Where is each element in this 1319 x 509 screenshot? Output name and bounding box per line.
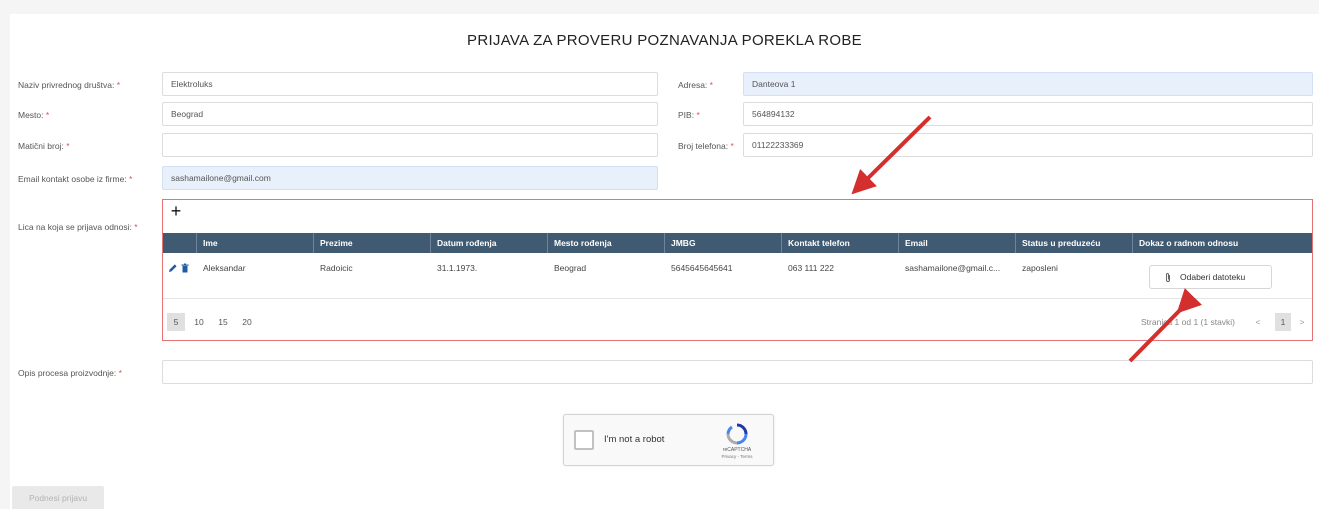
naziv-input[interactable]: Elektroluks <box>162 72 658 96</box>
header-jmbg[interactable]: JMBG <box>665 233 782 253</box>
cell-datum: 31.1.1973. <box>437 263 478 273</box>
recaptcha-widget: I'm not a robot reCAPTCHA Privacy - Term… <box>563 414 774 466</box>
header-ime[interactable]: Ime <box>197 233 314 253</box>
header-email[interactable]: Email <box>899 233 1016 253</box>
pencil-icon[interactable] <box>168 263 178 273</box>
next-page-button[interactable]: > <box>1295 313 1309 331</box>
email-label: Email kontakt osobe iz firme: * <box>18 174 133 184</box>
telefon-input[interactable]: 01122233369 <box>743 133 1313 157</box>
recaptcha-checkbox[interactable] <box>574 430 594 450</box>
adresa-input[interactable]: Danteova 1 <box>743 72 1313 96</box>
choose-file-label: Odaberi datoteku <box>1180 272 1246 282</box>
header-prezime[interactable]: Prezime <box>314 233 431 253</box>
maticni-label: Matični broj: * <box>18 141 70 151</box>
form-page: PRIJAVA ZA PROVERU POZNAVANJA POREKLA RO… <box>10 14 1319 509</box>
table-header: Ime Prezime Datum rođenja Mesto rođenja … <box>163 233 1312 253</box>
choose-file-button[interactable]: Odaberi datoteku <box>1149 265 1272 289</box>
paperclip-icon <box>1166 273 1170 282</box>
cell-telefon: 063 111 222 <box>788 263 835 273</box>
page-size-10[interactable]: 10 <box>189 313 209 331</box>
cell-jmbg: 5645645645641 <box>671 263 733 273</box>
maticni-input[interactable] <box>162 133 658 157</box>
recaptcha-brand: reCAPTCHA <box>722 447 752 453</box>
page-1-button[interactable]: 1 <box>1275 313 1291 331</box>
email-input[interactable]: sashamailone@gmail.com <box>162 166 658 190</box>
cell-prezime: Radoicic <box>320 263 353 273</box>
lica-label: Lica na koja se prijava odnosi: * <box>18 222 138 232</box>
telefon-label: Broj telefona: * <box>678 141 734 151</box>
header-actions <box>163 233 197 253</box>
page-size-15[interactable]: 15 <box>213 313 233 331</box>
mesto-label: Mesto: * <box>18 110 50 120</box>
recaptcha-links[interactable]: Privacy - Terms <box>710 454 764 459</box>
header-telefon[interactable]: Kontakt telefon <box>782 233 899 253</box>
page-size-20[interactable]: 20 <box>237 313 257 331</box>
pager: 5 10 15 20 Stranica 1 od 1 (1 stavki) < … <box>163 308 1312 332</box>
page-info: Stranica 1 od 1 (1 stavki) <box>1141 317 1236 327</box>
add-person-button[interactable]: + <box>167 202 185 221</box>
header-mesto[interactable]: Mesto rođenja <box>548 233 665 253</box>
cell-ime: Aleksandar <box>203 263 246 273</box>
recaptcha-logo-icon <box>726 423 748 445</box>
page-size-5[interactable]: 5 <box>167 313 185 331</box>
table-row: Aleksandar Radoicic 31.1.1973. Beograd 5… <box>163 253 1312 299</box>
pib-input[interactable]: 564894132 <box>743 102 1313 126</box>
cell-mesto: Beograd <box>554 263 587 273</box>
mesto-input[interactable]: Beograd <box>162 102 658 126</box>
cell-email: sashamailone@gmail.c... <box>905 263 1001 273</box>
opis-label: Opis procesa proizvodnje: * <box>18 368 122 378</box>
adresa-label: Adresa: * <box>678 80 713 90</box>
page-title: PRIJAVA ZA PROVERU POZNAVANJA POREKLA RO… <box>467 32 862 49</box>
header-datum[interactable]: Datum rođenja <box>431 233 548 253</box>
header-dokaz[interactable]: Dokaz o radnom odnosu <box>1133 233 1312 253</box>
submit-button[interactable]: Podnesi prijavu <box>12 486 104 509</box>
header-status[interactable]: Status u preduzeću <box>1016 233 1133 253</box>
opis-input[interactable] <box>162 360 1313 384</box>
pib-label: PIB: * <box>678 110 700 120</box>
cell-status: zaposleni <box>1022 263 1058 273</box>
naziv-label: Naziv privrednog društva: * <box>18 80 121 90</box>
prev-page-button[interactable]: < <box>1251 313 1265 331</box>
persons-panel: + Ime Prezime Datum rođenja Mesto rođenj… <box>162 199 1313 341</box>
recaptcha-text: I'm not a robot <box>604 434 665 445</box>
trash-icon[interactable] <box>180 263 190 273</box>
